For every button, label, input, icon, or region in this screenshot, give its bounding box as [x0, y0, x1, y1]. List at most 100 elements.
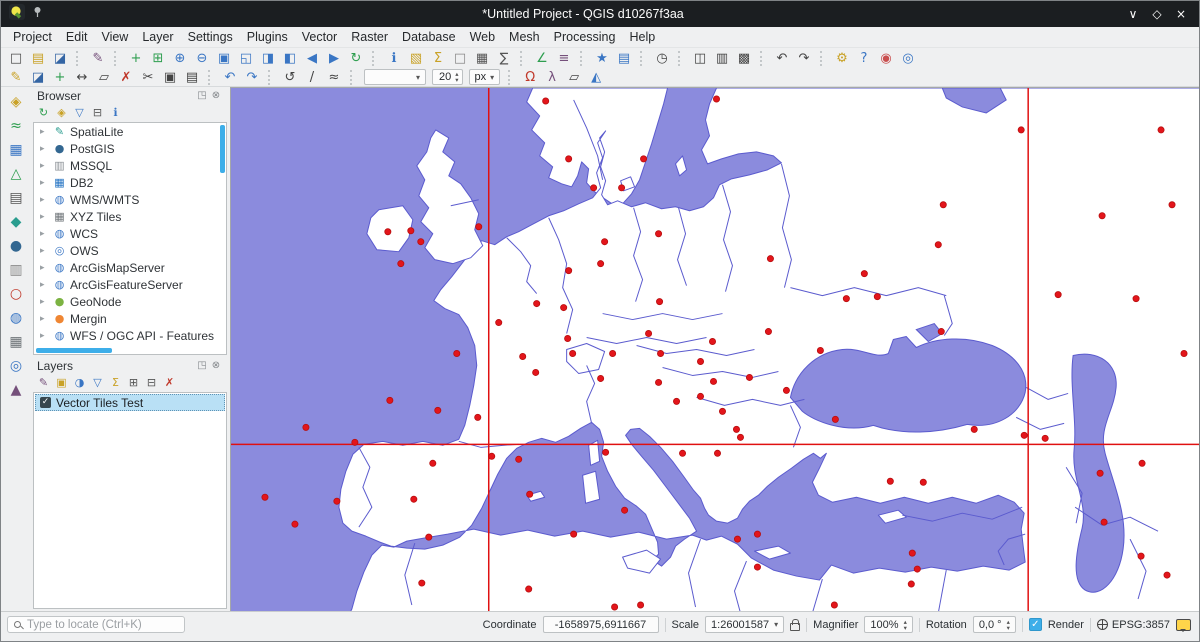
advanced-digitizing-icon[interactable]: ◭	[586, 68, 606, 86]
cut-features-icon[interactable]: ✂	[138, 68, 158, 86]
help-contents-icon[interactable]: ?	[854, 49, 874, 67]
float-panel-icon[interactable]: ◳	[195, 90, 209, 101]
add-group-icon[interactable]: ▣	[53, 375, 70, 390]
locator-search-input[interactable]: Type to locate (Ctrl+K)	[7, 616, 185, 633]
show-bookmarks-icon[interactable]: ▤	[614, 49, 634, 67]
undo-edits-icon[interactable]: ↶	[220, 68, 240, 86]
layout-manager-icon[interactable]: ▩	[734, 49, 754, 67]
menu-item-view[interactable]: View	[94, 28, 135, 46]
open-attribute-table-icon[interactable]: ▦	[472, 49, 492, 67]
scale-combo[interactable]: 1:26001587 ▾	[705, 616, 784, 633]
redo-edits-icon[interactable]: ↷	[242, 68, 262, 86]
pin-icon[interactable]	[32, 5, 43, 23]
select-features-icon[interactable]: ▧	[406, 49, 426, 67]
menu-item-processing[interactable]: Processing	[547, 28, 623, 46]
snapping-icon[interactable]: Ω	[520, 68, 540, 86]
menu-item-vector[interactable]: Vector	[295, 28, 344, 46]
unit-combo[interactable]: px ▾	[469, 69, 501, 85]
new-bookmark-icon[interactable]: ★	[592, 49, 612, 67]
expand-arrow-icon[interactable]: ▸	[40, 263, 49, 273]
move-feature-icon[interactable]: ↔	[72, 68, 92, 86]
lock-scale-icon[interactable]	[790, 623, 800, 631]
spin-buttons[interactable]: ▴▾	[904, 619, 907, 631]
avoid-overlap-icon[interactable]: ▱	[564, 68, 584, 86]
expand-arrow-icon[interactable]: ▸	[40, 280, 49, 290]
browser-item-db2[interactable]: ▸▦DB2	[34, 174, 226, 191]
spin-buttons[interactable]: ▴▾	[1007, 619, 1010, 631]
expand-arrow-icon[interactable]: ▸	[40, 161, 49, 171]
add-raster-layer-icon[interactable]: ▦	[5, 139, 27, 160]
maximize-button[interactable]: ◇	[1147, 7, 1167, 21]
browser-item-postgis[interactable]: ▸●PostGIS	[34, 140, 226, 157]
statistical-summary-icon[interactable]: ≡	[554, 49, 574, 67]
window-menu-button[interactable]: ∨	[1123, 7, 1143, 21]
expand-arrow-icon[interactable]: ▸	[40, 195, 49, 205]
pan-map-icon[interactable]: +	[126, 49, 146, 67]
menu-item-plugins[interactable]: Plugins	[240, 28, 295, 46]
map-canvas[interactable]	[230, 87, 1200, 613]
add-delimited-text-layer-icon[interactable]: ▤	[5, 187, 27, 208]
copy-features-icon[interactable]: ▣	[160, 68, 180, 86]
expand-arrow-icon[interactable]: ▸	[40, 212, 49, 222]
close-button[interactable]: ×	[1171, 7, 1191, 21]
menu-item-project[interactable]: Project	[6, 28, 59, 46]
zoom-to-layer-icon[interactable]: ◧	[280, 49, 300, 67]
close-panel-icon[interactable]: ⊗	[209, 90, 223, 101]
manage-map-themes-icon[interactable]: ◑	[71, 375, 88, 390]
filter-by-expression-icon[interactable]: Σ	[107, 375, 124, 390]
data-source-manager-icon[interactable]: ◈	[5, 91, 27, 112]
toggle-editing-icon[interactable]: ✎	[6, 68, 26, 86]
expand-arrow-icon[interactable]: ▸	[40, 314, 49, 324]
filter-legend-icon[interactable]: ▽	[89, 375, 106, 390]
pan-to-selection-icon[interactable]: ⊞	[148, 49, 168, 67]
layer-item-vector-tiles-test[interactable]: ✓Vector Tiles Test	[35, 394, 225, 411]
rotate-feature-icon[interactable]: ↺	[280, 68, 300, 86]
tracing-icon[interactable]: λ	[542, 68, 562, 86]
coordinate-input[interactable]: -1658975,6911667	[543, 616, 659, 633]
reshape-features-icon[interactable]: ≈	[324, 68, 344, 86]
browser-item-wms-wmts[interactable]: ▸◍WMS/WMTS	[34, 191, 226, 208]
menu-item-help[interactable]: Help	[622, 28, 662, 46]
add-oracle-layer-icon[interactable]: ○	[5, 283, 27, 304]
add-spatialite-layer-icon[interactable]: ◆	[5, 211, 27, 232]
expand-all-icon[interactable]: ⊞	[125, 375, 142, 390]
save-project-icon[interactable]: ◪	[50, 49, 70, 67]
expand-arrow-icon[interactable]: ▸	[40, 297, 49, 307]
redo-icon[interactable]: ↷	[794, 49, 814, 67]
browser-item-spatialite[interactable]: ▸✎SpatiaLite	[34, 123, 226, 140]
collapse-all-icon[interactable]: ⊟	[143, 375, 160, 390]
browser-item-ows[interactable]: ▸◎OWS	[34, 242, 226, 259]
expand-arrow-icon[interactable]: ▸	[40, 229, 49, 239]
save-layer-edits-icon[interactable]: ◪	[28, 68, 48, 86]
paste-features-icon[interactable]: ▤	[182, 68, 202, 86]
add-vector-tile-layer-icon[interactable]: ▲	[5, 379, 27, 400]
processing-toolbox-icon[interactable]: ⚙	[832, 49, 852, 67]
menu-item-database[interactable]: Database	[395, 28, 463, 46]
browser-collapse-all-icon[interactable]: ⊟	[89, 105, 106, 120]
render-checkbox[interactable]: ✓	[1029, 618, 1042, 631]
browser-horizontal-scrollbar[interactable]	[36, 348, 112, 353]
add-wms-layer-icon[interactable]: ◍	[5, 307, 27, 328]
zoom-in-icon[interactable]: ⊕	[170, 49, 190, 67]
pin-labels-icon[interactable]: ◉	[876, 49, 896, 67]
zoom-to-selection-icon[interactable]: ◨	[258, 49, 278, 67]
add-postgis-layer-icon[interactable]: ●	[5, 235, 27, 256]
field-calculator-icon[interactable]: ∑	[494, 49, 514, 67]
menu-item-web[interactable]: Web	[463, 28, 502, 46]
zoom-next-icon[interactable]: ▶	[324, 49, 344, 67]
expand-arrow-icon[interactable]: ▸	[40, 331, 49, 341]
zoom-native-icon[interactable]: ▣	[214, 49, 234, 67]
browser-filter-icon[interactable]: ▽	[71, 105, 88, 120]
delete-selected-icon[interactable]: ✗	[116, 68, 136, 86]
browser-refresh-icon[interactable]: ↻	[35, 105, 52, 120]
new-map-view-icon[interactable]: ◫	[690, 49, 710, 67]
remove-layer-icon[interactable]: ✗	[161, 375, 178, 390]
rotation-spinbox[interactable]: 0,0 ° ▴▾	[973, 616, 1016, 633]
menu-item-raster[interactable]: Raster	[344, 28, 395, 46]
menu-item-mesh[interactable]: Mesh	[502, 28, 547, 46]
browser-item-mssql[interactable]: ▸▥MSSQL	[34, 157, 226, 174]
float-panel-icon[interactable]: ◳	[195, 360, 209, 371]
spin-buttons[interactable]: ▴▾	[455, 71, 458, 83]
add-xyz-layer-icon[interactable]: ▦	[5, 331, 27, 352]
browser-item-geonode[interactable]: ▸●GeoNode	[34, 293, 226, 310]
